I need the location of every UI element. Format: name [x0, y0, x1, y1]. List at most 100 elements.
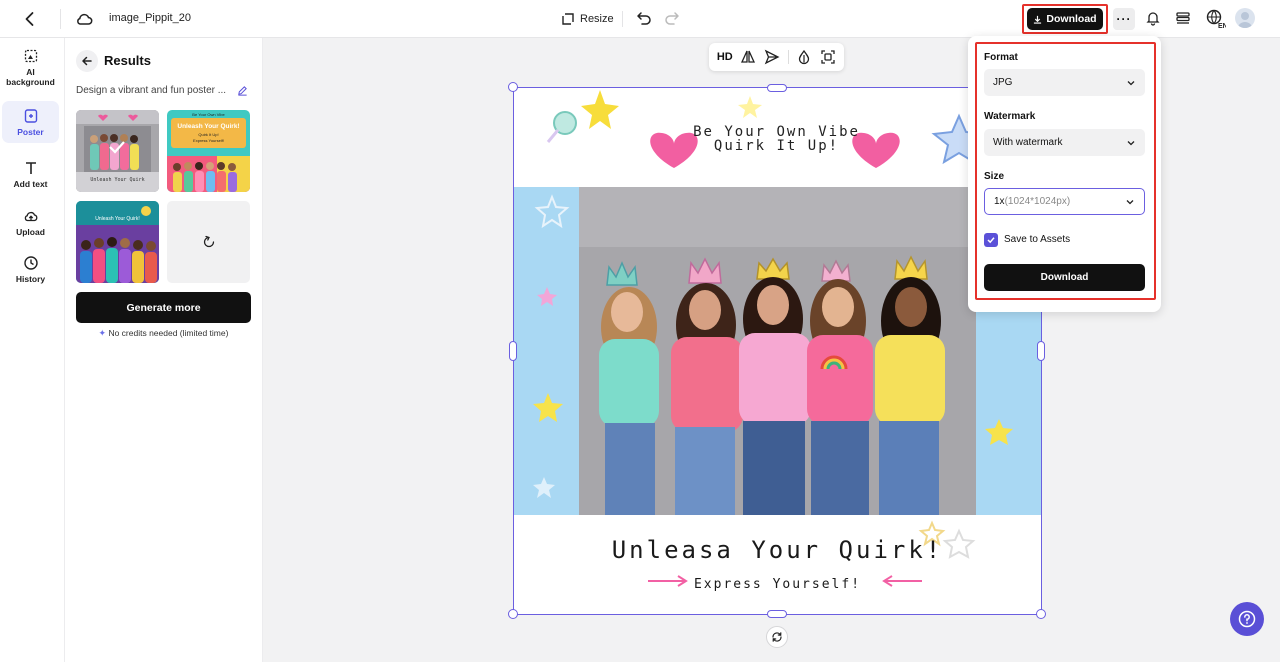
resize-handle-right[interactable] [1037, 341, 1045, 361]
rail-item-label: AI background [6, 67, 55, 87]
check-icon [987, 237, 995, 244]
tagline-line-1: Be Your Own Vibe [693, 124, 860, 140]
poster-tagline: Be Your Own Vibe Quirk It Up! [684, 125, 869, 153]
rotate-handle[interactable] [766, 626, 788, 648]
canvas-toolbar: HD [709, 43, 844, 71]
rail-item-add-text[interactable]: Add text [2, 160, 59, 194]
chevron-down-icon [1126, 199, 1134, 204]
rail-item-upload[interactable]: Upload [2, 208, 59, 242]
tagline-line-2: Quirk It Up! [713, 138, 840, 154]
language-switcher[interactable]: EN [1206, 9, 1228, 30]
upload-icon [24, 211, 37, 222]
results-back-button[interactable] [76, 50, 98, 72]
thumbnail-caption: Unleash Your Quirk! [95, 216, 140, 222]
poster-canvas[interactable]: Be Your Own Vibe Quirk It Up! Unleasa Yo… [514, 88, 1041, 614]
result-thumbnail-3[interactable]: Unleash Your Quirk! [76, 201, 159, 283]
divider [60, 9, 61, 29]
credits-note-text: No credits needed (limited time) [108, 328, 229, 338]
thumbnail-image [76, 201, 159, 283]
prompt-text: Design a vibrant and fun poster ... [76, 85, 227, 96]
hd-button[interactable]: HD [717, 51, 733, 63]
thumbnail-caption: Express Yourself! [193, 138, 224, 143]
format-label: Format [984, 52, 1018, 63]
watermark-select[interactable]: With watermark [984, 129, 1145, 156]
size-select[interactable]: 1x(1024*1024px) [984, 188, 1145, 215]
resize-handle-bottom-left[interactable] [508, 609, 518, 619]
tool-rail: AI background Poster Add text Upload His… [0, 38, 65, 662]
credits-note: ✦ No credits needed (limited time) [76, 328, 251, 339]
chevron-down-icon [1127, 80, 1135, 85]
download-highlight-box [1022, 4, 1108, 34]
results-panel: Results Design a vibrant and fun poster … [65, 38, 263, 662]
avatar[interactable] [1235, 8, 1255, 28]
resize-label: Resize [580, 13, 614, 25]
poster-subline: Express Yourself! [693, 577, 862, 592]
save-to-assets-label[interactable]: Save to Assets [1004, 234, 1070, 245]
globe-icon: EN [1206, 9, 1228, 30]
check-icon [109, 141, 125, 154]
format-select[interactable]: JPG [984, 69, 1145, 96]
resize-handle-left[interactable] [509, 341, 517, 361]
watermark-label: Watermark [984, 111, 1036, 122]
rail-item-poster[interactable]: Poster [2, 101, 59, 143]
language-code: EN [1218, 23, 1226, 29]
back-arrow-icon[interactable] [20, 9, 40, 29]
rail-item-label: Poster [17, 127, 44, 137]
rotate-icon [772, 632, 782, 642]
resize-handle-top[interactable] [767, 84, 787, 92]
poster-footer [514, 515, 1041, 614]
divider [787, 50, 789, 64]
format-value: JPG [993, 77, 1013, 88]
question-icon [1238, 610, 1256, 628]
text-icon [25, 162, 36, 174]
rail-item-ai-background[interactable]: AI background [2, 48, 59, 92]
undo-icon[interactable] [636, 10, 652, 26]
opacity-drop-icon[interactable] [796, 49, 812, 65]
help-button[interactable] [1230, 602, 1264, 636]
poster-icon [24, 109, 37, 123]
resize-icon [562, 13, 574, 25]
rail-item-label: History [15, 274, 46, 284]
resize-button[interactable]: Resize [561, 10, 614, 28]
resize-handle-bottom[interactable] [767, 610, 787, 618]
save-to-assets-checkbox[interactable] [984, 233, 998, 247]
divider [622, 11, 623, 27]
flip-icon[interactable] [740, 49, 756, 65]
rail-item-history[interactable]: History [2, 255, 59, 289]
result-thumbnail-1[interactable]: Unleash Your Quirk [76, 110, 159, 192]
layers-icon[interactable] [1175, 10, 1191, 26]
cloud-icon[interactable] [74, 9, 94, 29]
result-thumbnail-2[interactable]: Be Your Own Vibe Unleash Your Quirk! Qui… [167, 110, 250, 192]
thumbnail-caption: Quirk It Up! [198, 132, 219, 137]
result-thumbnail-regenerate[interactable] [167, 201, 250, 283]
pencil-icon[interactable] [237, 85, 248, 96]
chevron-down-icon [1127, 140, 1135, 145]
poster-header: Be Your Own Vibe Quirk It Up! [514, 88, 1041, 187]
refresh-icon [203, 235, 214, 248]
rail-item-label: Upload [16, 227, 45, 237]
crop-focus-icon[interactable] [820, 49, 836, 65]
resize-handle-top-left[interactable] [508, 82, 518, 92]
sparkle-icon: ✦ [98, 328, 107, 338]
footer-decorations [648, 520, 976, 587]
generate-more-button[interactable]: Generate more [76, 292, 251, 323]
arrow-left-icon [82, 56, 92, 66]
thumbnail-caption: Be Your Own Vibe [192, 112, 225, 117]
project-name[interactable]: image_Pippit_20 [109, 12, 191, 24]
watermark-value: With watermark [993, 137, 1063, 148]
size-detail: (1024*1024px) [1004, 196, 1071, 207]
poster-group-photo [579, 187, 976, 515]
size-label: Size [984, 171, 1005, 182]
resize-handle-bottom-right[interactable] [1036, 609, 1046, 619]
send-icon[interactable] [764, 49, 780, 65]
thumbnail-caption: Unleash Your Quirk [90, 177, 145, 183]
poster-headline: Unleasa Your Quirk! [611, 536, 944, 564]
download-confirm-button[interactable]: Download [984, 264, 1145, 291]
redo-icon[interactable] [664, 10, 680, 26]
ai-background-icon [24, 49, 37, 63]
size-value-group: 1x(1024*1024px) [994, 196, 1070, 207]
bell-icon[interactable] [1145, 10, 1161, 26]
rail-item-label: Add text [13, 179, 48, 189]
top-bar: image_Pippit_20 Resize Download ··· EN [0, 0, 1280, 38]
more-options-button[interactable]: ··· [1113, 8, 1135, 30]
